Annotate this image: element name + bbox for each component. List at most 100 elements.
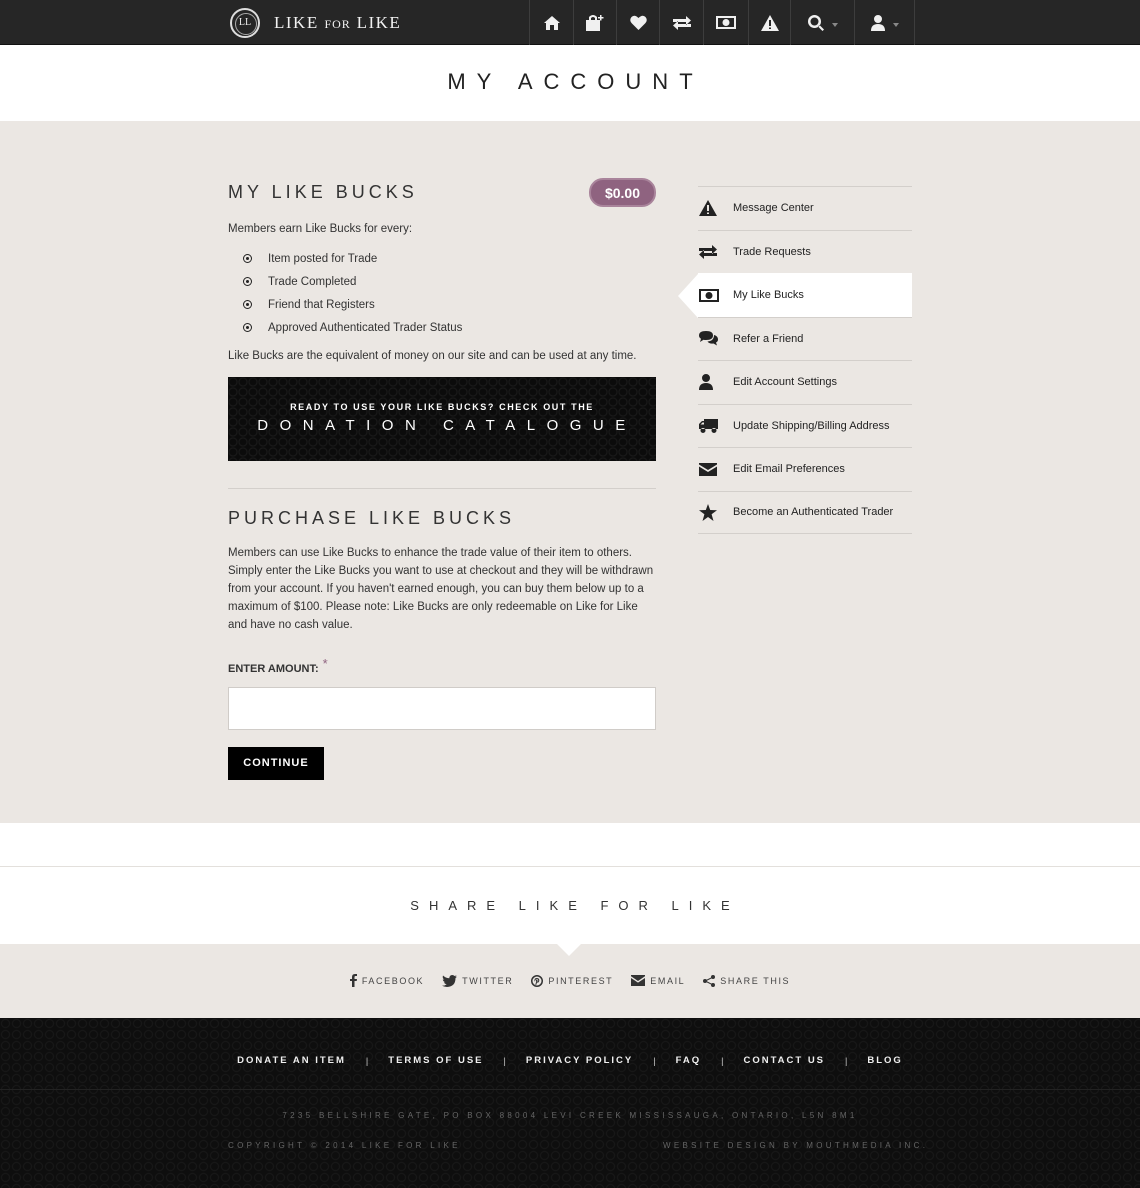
- logo-mark-icon: LL: [230, 7, 260, 38]
- footer-separator: |: [721, 1055, 724, 1066]
- nav-like-bucks-button[interactable]: [703, 0, 748, 45]
- purchase-description: Members can use Like Bucks to enhance th…: [228, 547, 654, 631]
- heart-icon: [629, 15, 647, 30]
- footer-link-faq[interactable]: FAQ: [676, 1055, 702, 1066]
- sidebar-item-label: Trade Requests: [733, 245, 811, 258]
- exchange-icon: [699, 244, 717, 259]
- logo-monogram: LL: [238, 16, 252, 28]
- sidebar-item-label: Become an Authenticated Trader: [733, 506, 894, 519]
- envelope-icon: [699, 462, 717, 476]
- list-item-label: Friend that Registers: [268, 298, 375, 311]
- exchange-icon: [672, 15, 691, 30]
- footer-separator: |: [503, 1055, 506, 1066]
- sidebar-item-account-settings[interactable]: Edit Account Settings: [698, 360, 912, 404]
- footer-link-donate[interactable]: DONATE AN ITEM: [237, 1055, 346, 1066]
- section-divider: [228, 488, 656, 489]
- money-icon: [699, 288, 719, 302]
- footer-link-blog[interactable]: BLOG: [867, 1055, 902, 1066]
- amount-label: ENTER AMOUNT:: [228, 663, 319, 675]
- nav-favorites-button[interactable]: [616, 0, 659, 45]
- banner-kicker: READY TO USE YOUR LIKE BUCKS? CHECK OUT …: [290, 402, 594, 412]
- top-navbar: LL LIKE FOR LIKE: [0, 0, 1140, 45]
- footer-address: 7235 BELLSHIRE GATE, PO BOX 88004 LEVI C…: [282, 1111, 858, 1120]
- nav-account-button[interactable]: [854, 0, 915, 45]
- required-marker: *: [322, 656, 328, 671]
- logo-word-like-2: LIKE: [356, 12, 402, 32]
- sidebar-item-shipping-billing[interactable]: Update Shipping/Billing Address: [698, 403, 912, 448]
- share-pinterest-link[interactable]: PINTEREST: [531, 974, 613, 987]
- list-item-label: Approved Authenticated Trader Status: [268, 321, 463, 334]
- donation-catalogue-banner[interactable]: READY TO USE YOUR LIKE BUCKS? CHECK OUT …: [228, 377, 656, 461]
- share-link-label: SHARE THIS: [720, 975, 791, 986]
- like-bucks-balance-badge: $0.00: [589, 178, 656, 207]
- share-link-label: EMAIL: [650, 975, 686, 986]
- warning-icon: [760, 14, 779, 31]
- site-footer: DONATE AN ITEM | TERMS OF USE | PRIVACY …: [0, 1018, 1140, 1188]
- footer-separator: |: [653, 1055, 656, 1066]
- nav-home-button[interactable]: [529, 0, 573, 45]
- share-this-link[interactable]: SHARE THIS: [703, 974, 790, 987]
- list-item: Item posted for Trade: [228, 247, 462, 270]
- page-title: MY ACCOUNT: [447, 69, 704, 94]
- money-icon: [716, 16, 736, 29]
- logo-word-like: LIKE: [274, 12, 319, 32]
- footer-design-credit[interactable]: WEBSITE DESIGN BY MOUTHMEDIA INC.: [663, 1141, 928, 1150]
- sidebar-item-label: My Like Bucks: [733, 289, 804, 302]
- warning-icon: [699, 200, 717, 217]
- nav-icon-bar: [529, 0, 915, 45]
- sidebar-item-message-center[interactable]: Message Center: [698, 186, 912, 230]
- footer-links: DONATE AN ITEM | TERMS OF USE | PRIVACY …: [0, 1055, 1140, 1066]
- footer-link-terms[interactable]: TERMS OF USE: [388, 1055, 483, 1066]
- nav-trades-button[interactable]: [659, 0, 703, 45]
- nav-search-button[interactable]: [790, 0, 854, 45]
- logo-text: LIKE FOR LIKE: [274, 13, 401, 33]
- list-item-label: Item posted for Trade: [268, 252, 378, 265]
- share-link-label: TWITTER: [462, 975, 514, 986]
- list-item: Approved Authenticated Trader Status: [228, 316, 462, 339]
- star-icon: [699, 503, 717, 521]
- continue-button[interactable]: CONTINUE: [228, 747, 324, 780]
- sidebar-item-email-preferences[interactable]: Edit Email Preferences: [698, 447, 912, 491]
- list-item-label: Trade Completed: [268, 275, 357, 288]
- pinterest-icon: [531, 974, 544, 987]
- comments-icon: [699, 331, 718, 346]
- sidebar-item-my-like-bucks[interactable]: My Like Bucks: [678, 273, 912, 318]
- site-logo[interactable]: LL LIKE FOR LIKE: [230, 7, 401, 38]
- share-links: FACEBOOK TWITTER PINTEREST EMAIL SHARE T…: [0, 974, 1140, 987]
- spacer-band: [0, 823, 1140, 867]
- share-title: SHARE LIKE FOR LIKE: [410, 898, 740, 913]
- user-icon: [699, 374, 713, 391]
- twitter-icon: [442, 974, 458, 987]
- sidebar-item-refer-a-friend[interactable]: Refer a Friend: [698, 316, 912, 361]
- sidebar-item-trade-requests[interactable]: Trade Requests: [698, 229, 912, 274]
- logo-word-for: FOR: [324, 16, 351, 31]
- share-facebook-link[interactable]: FACEBOOK: [349, 974, 425, 987]
- sidebar-item-label: Update Shipping/Billing Address: [733, 419, 890, 432]
- bullet-icon: [243, 277, 252, 286]
- footer-copyright: COPYRIGHT © 2014 LIKE FOR LIKE: [228, 1141, 461, 1150]
- purchase-heading: PURCHASE LIKE BUCKS: [228, 508, 516, 528]
- chevron-down-icon: [892, 22, 899, 27]
- list-item: Friend that Registers: [228, 293, 462, 316]
- page-title-band: MY ACCOUNT: [0, 45, 1140, 121]
- nav-messages-button[interactable]: [748, 0, 790, 45]
- share-email-link[interactable]: EMAIL: [631, 974, 685, 987]
- nav-post-item-button[interactable]: [573, 0, 616, 45]
- amount-input[interactable]: [228, 687, 656, 730]
- bullet-icon: [243, 323, 252, 332]
- amount-label-row: ENTER AMOUNT: *: [228, 656, 328, 677]
- footer-link-privacy[interactable]: PRIVACY POLICY: [526, 1055, 633, 1066]
- share-twitter-link[interactable]: TWITTER: [442, 974, 513, 987]
- footer-separator: |: [365, 1055, 369, 1066]
- footer-link-contact[interactable]: CONTACT US: [743, 1055, 825, 1066]
- like-bucks-intro: Members earn Like Bucks for every:: [228, 223, 413, 235]
- banner-title: DONATION CATALOGUE: [257, 417, 637, 434]
- share-link-label: FACEBOOK: [361, 975, 425, 986]
- search-icon: [807, 14, 824, 31]
- sidebar-item-label: Refer a Friend: [733, 332, 804, 345]
- shopping-bag-plus-icon: [586, 14, 604, 31]
- footer-separator: |: [845, 1055, 848, 1066]
- share-bar: FACEBOOK TWITTER PINTEREST EMAIL SHARE T…: [0, 944, 1140, 1018]
- share-link-label: PINTEREST: [548, 975, 614, 986]
- sidebar-item-authenticated-trader[interactable]: Become an Authenticated Trader: [698, 490, 912, 534]
